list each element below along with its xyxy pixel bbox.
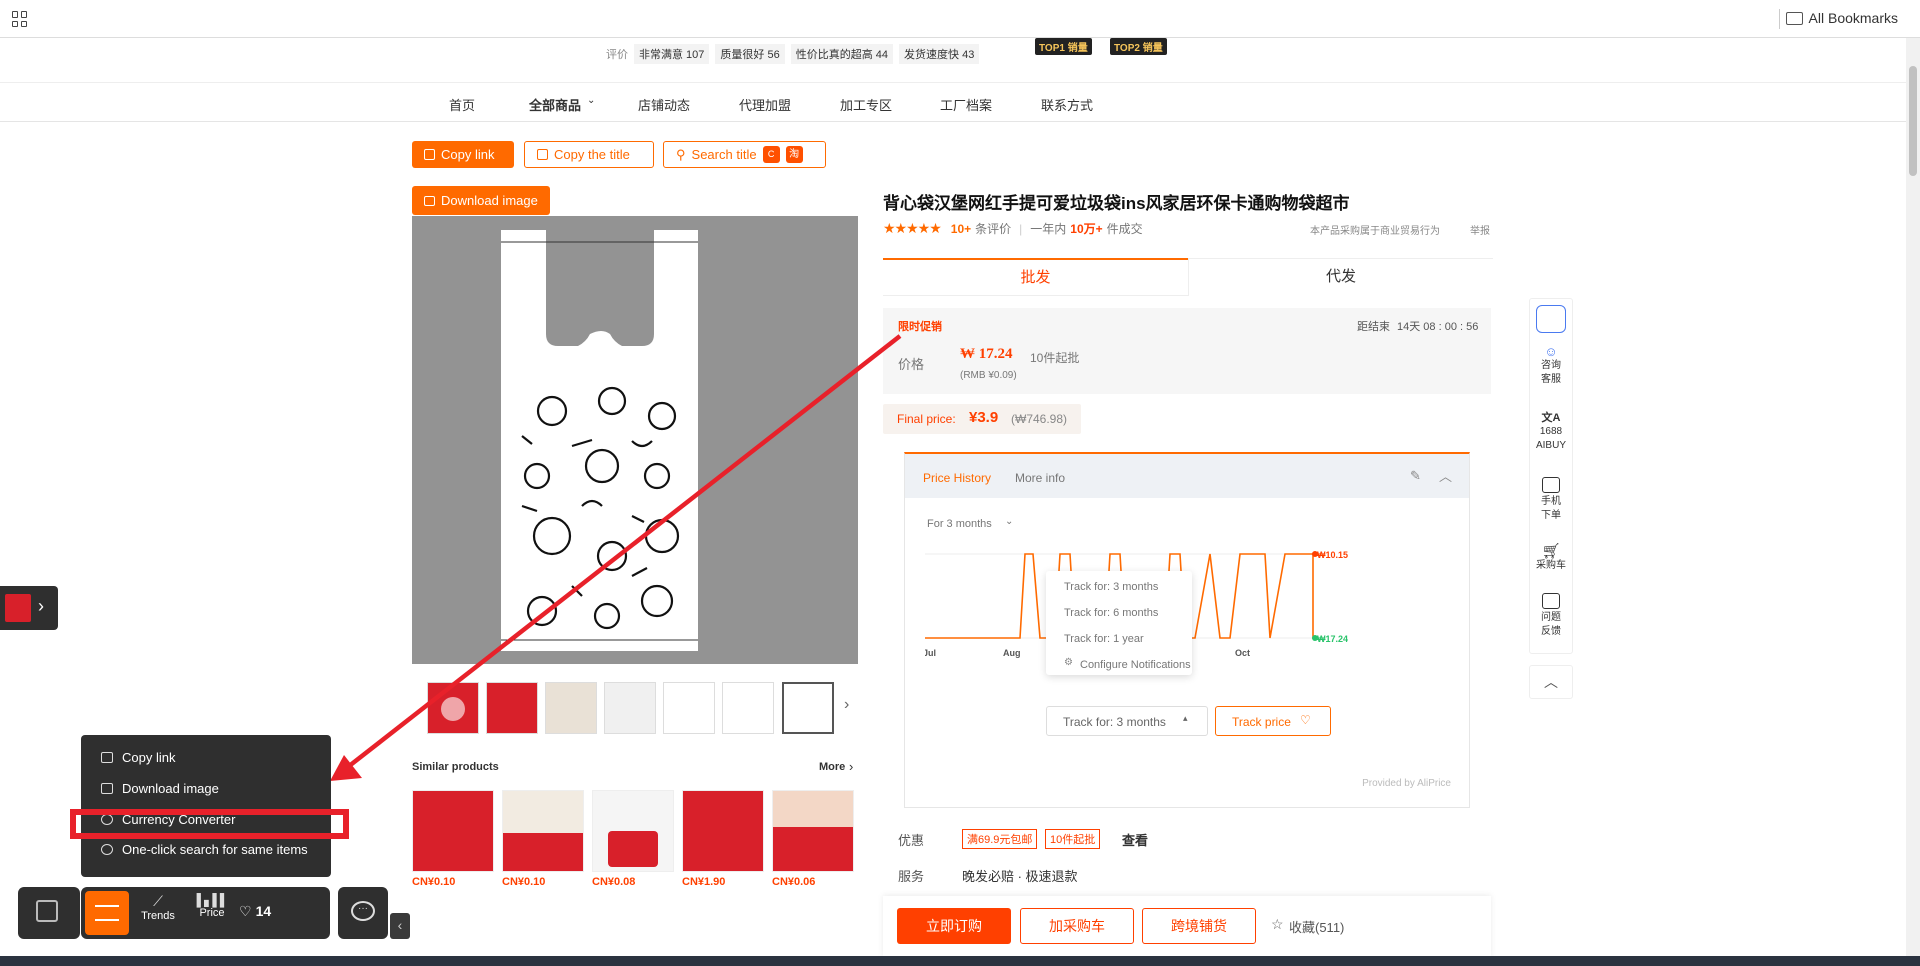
- chat-bubble-icon: ···: [351, 901, 375, 921]
- bag-button[interactable]: [18, 887, 80, 939]
- product-mini-thumbnail: [5, 594, 31, 622]
- collapse-toolbar-button[interactable]: ‹: [390, 913, 410, 939]
- menu-item-label: Download image: [122, 781, 219, 796]
- menu-item-label: Copy link: [122, 750, 176, 765]
- trend-chart-icon: ⟋: [153, 893, 163, 909]
- menu-same-items-search[interactable]: One-click search for same items: [101, 842, 308, 857]
- price-bars-icon: ▌▖▌▌: [196, 893, 229, 907]
- taskbar-strip: [0, 956, 1920, 966]
- extension-toolbar: ⟋ Trends ▌▖▌▌ Price ♡ 14 ··· ‹: [18, 887, 410, 939]
- highlight-box: [70, 809, 349, 839]
- likes-count: 14: [255, 903, 272, 919]
- trends-button[interactable]: ⟋ Trends: [135, 893, 181, 922]
- menu-download-image[interactable]: Download image: [101, 781, 219, 796]
- price-button[interactable]: ▌▖▌▌ Price: [189, 893, 235, 919]
- heart-icon: ♡: [239, 903, 252, 919]
- menu-item-label: One-click search for same items: [122, 842, 308, 857]
- bag-icon: [36, 900, 58, 922]
- image-icon: [101, 783, 113, 794]
- extension-context-menu: Copy link Download image Currency Conver…: [81, 735, 331, 877]
- menu-icon: [95, 905, 119, 921]
- toolbar-main: ⟋ Trends ▌▖▌▌ Price ♡ 14: [81, 887, 330, 939]
- chevron-right-icon: ›: [38, 596, 44, 616]
- likes-button[interactable]: ♡ 14: [239, 903, 271, 920]
- search-icon: [101, 844, 113, 855]
- price-label: Price: [199, 907, 225, 919]
- home-button[interactable]: [85, 891, 129, 935]
- extension-side-tab[interactable]: ›: [0, 586, 58, 630]
- copy-icon: [101, 752, 113, 763]
- chat-button[interactable]: ···: [338, 887, 388, 939]
- trends-label: Trends: [141, 910, 175, 922]
- menu-copy-link[interactable]: Copy link: [101, 750, 175, 765]
